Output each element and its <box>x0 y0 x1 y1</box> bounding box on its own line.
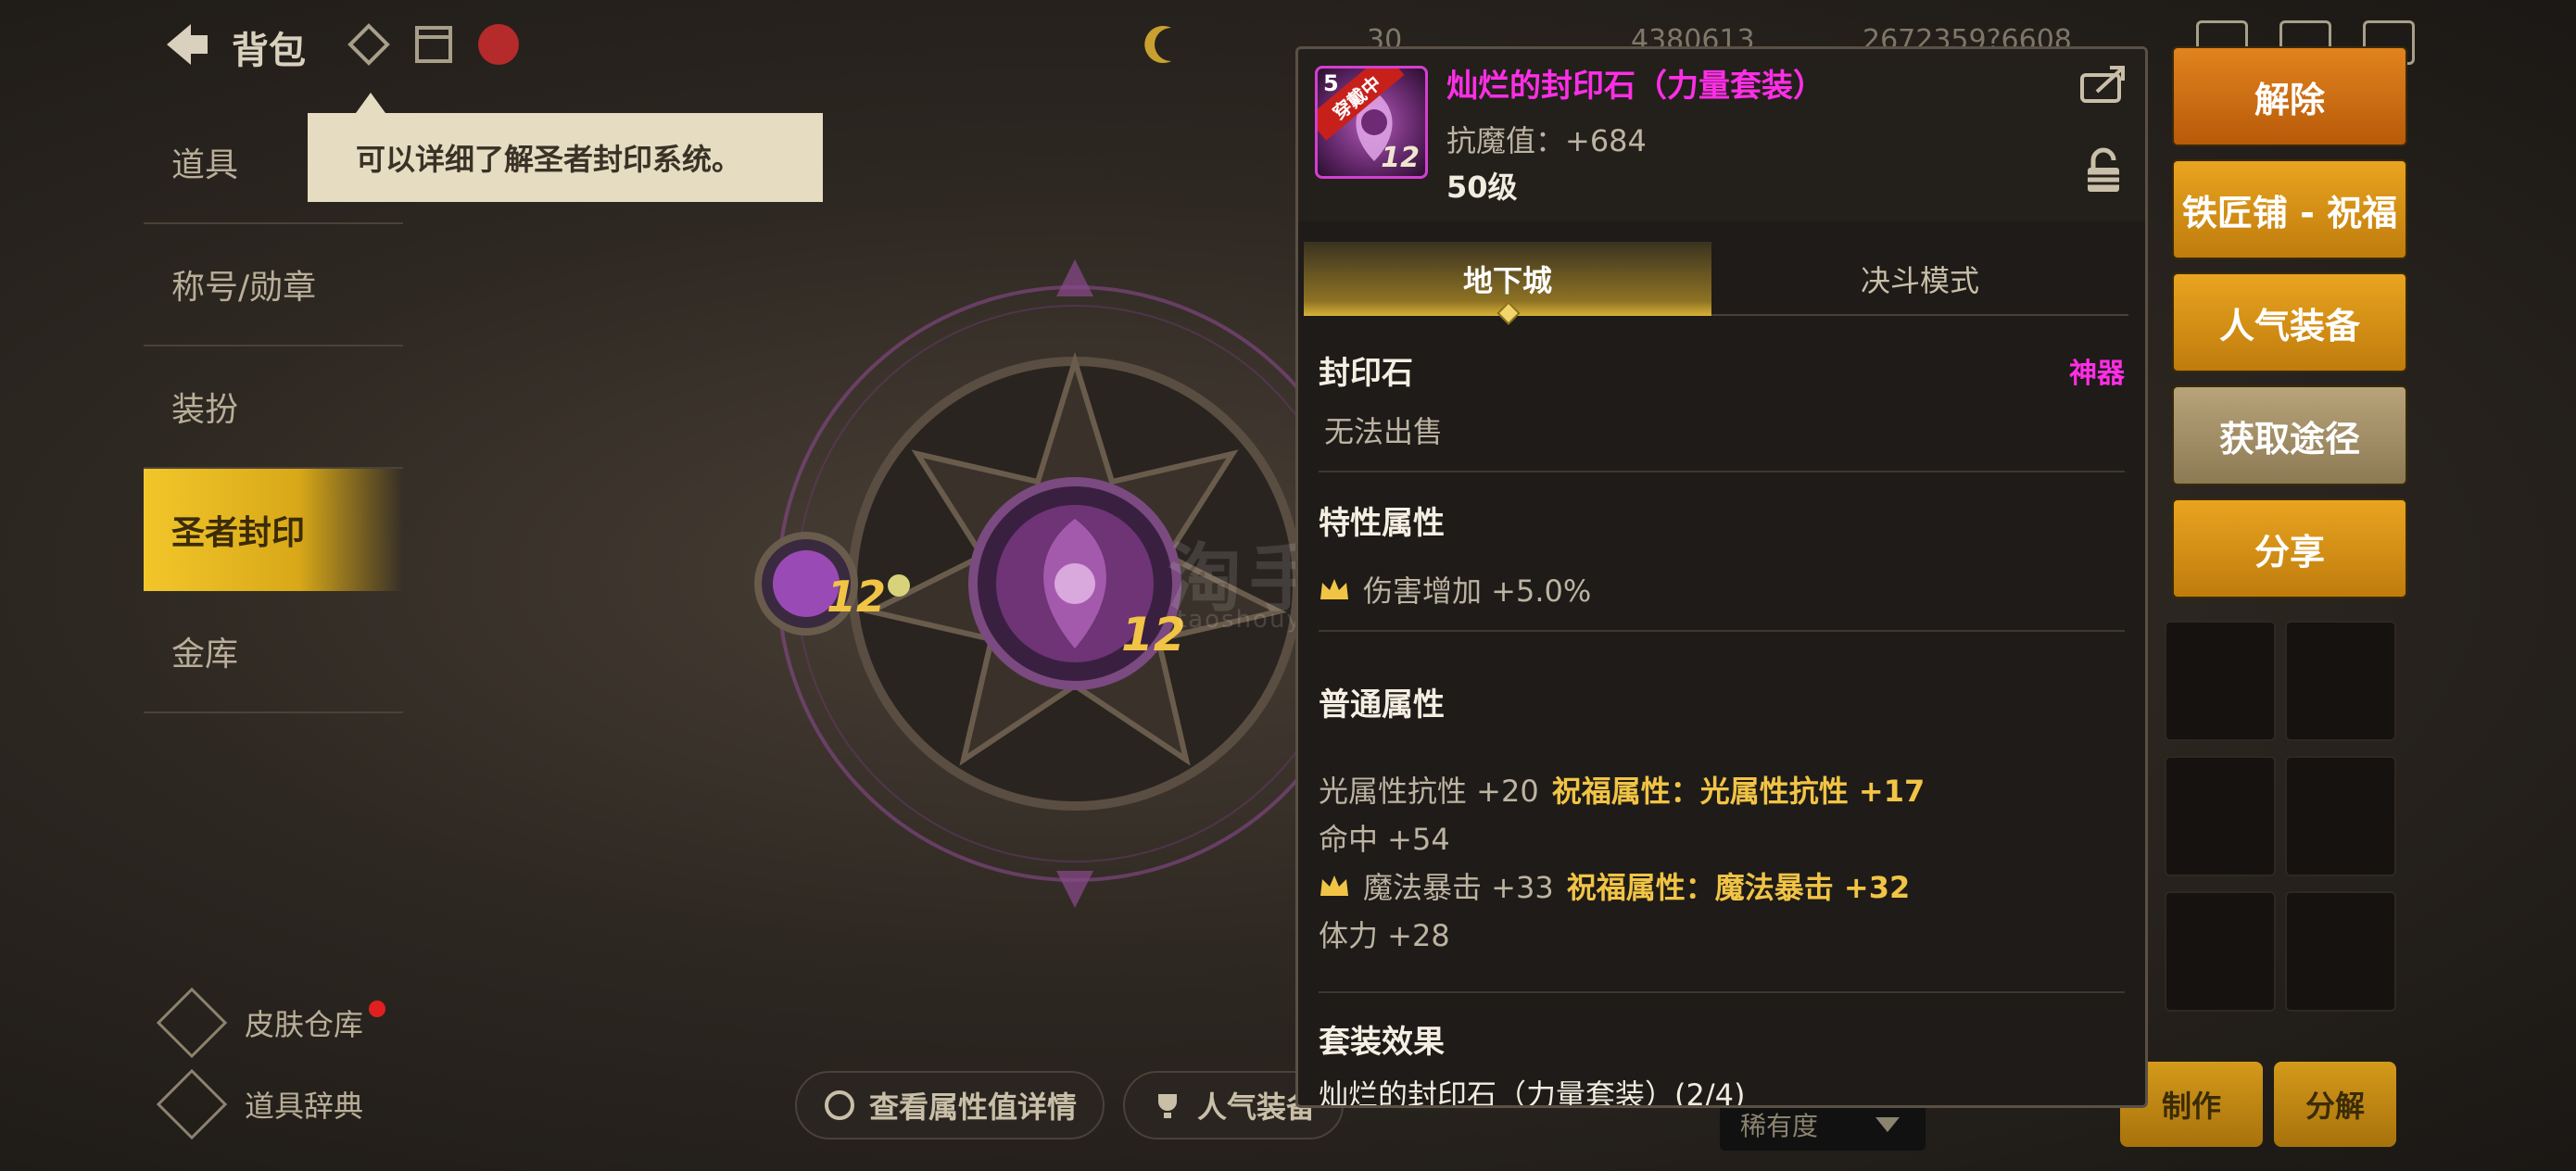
divider <box>1319 630 2125 632</box>
stat-value: 光属性抗性 +20 <box>1319 774 1539 809</box>
dictionary-icon <box>156 1068 228 1140</box>
bless-value: 魔法暴击 +32 <box>1714 870 1911 905</box>
share-icon[interactable] <box>2078 64 2128 105</box>
share-button[interactable]: 分享 <box>2172 498 2407 598</box>
normal-title: 普通属性 <box>1319 686 1445 724</box>
inventory-slot[interactable] <box>2165 756 2276 876</box>
hint-text: 可以详细了解圣者封印系统。 <box>356 142 742 177</box>
blacksmith-label: 铁匠铺 - 祝福 <box>2181 192 2398 233</box>
page-title: 背包 <box>232 30 306 72</box>
item-name: 灿烂的封印石（力量套装） <box>1446 68 1825 105</box>
left-menu: 道具 称号/勋章 装扮 圣者封印 金库 <box>144 102 403 713</box>
blacksmith-bless-button[interactable]: 铁匠铺 - 祝福 <box>2172 159 2407 259</box>
menu-item-label: 金库 <box>171 636 239 674</box>
set-line: 灿烂的封印石（力量套装）(2/4) <box>1319 1077 1746 1108</box>
share-label: 分享 <box>2254 531 2325 573</box>
bless-label: 祝福属性： <box>1566 870 1715 905</box>
help-diamond-icon[interactable] <box>345 20 393 69</box>
moon-icon <box>1144 26 1171 63</box>
inventory-slot[interactable] <box>2285 621 2396 741</box>
view-stats-button[interactable]: 查看属性值详情 <box>795 1071 1105 1140</box>
item-dictionary-link[interactable]: 道具辞典 <box>156 1064 385 1145</box>
set-title: 套装效果 <box>1319 1024 1445 1061</box>
tab-duel[interactable]: 决斗模式 <box>1711 242 2128 316</box>
inventory-slot[interactable] <box>2165 621 2276 741</box>
crown-icon <box>1320 875 1348 896</box>
type-section: 封印石 神器 无法出售 <box>1319 347 2125 472</box>
small-seal-level: 12 <box>827 572 886 622</box>
menu-item-label: 装扮 <box>171 391 239 429</box>
item-level-badge: 12 <box>1381 142 1420 174</box>
set-section: 套装效果 灿烂的封印石（力量套装）(2/4) <box>1319 1016 2125 1108</box>
special-section: 特性属性 伤害增加 +5.0% <box>1319 497 2125 632</box>
disassemble-button[interactable]: 分解 <box>2274 1062 2396 1147</box>
popular-equipment-button[interactable]: 人气装备 <box>2172 272 2407 372</box>
item-dictionary-label: 道具辞典 <box>245 1089 364 1124</box>
obtain-route-button[interactable]: 获取途径 <box>2172 385 2407 485</box>
special-stat: 伤害增加 +5.0% <box>1363 573 1592 609</box>
menu-item-titles[interactable]: 称号/勋章 <box>144 224 403 346</box>
stat-value: 魔法暴击 +33 <box>1363 870 1554 905</box>
stat-row: 光属性抗性 +20 祝福属性： 光属性抗性 +17 <box>1319 765 2125 813</box>
menu-item-vault[interactable]: 金库 <box>144 591 403 713</box>
sell-note: 无法出售 <box>1324 414 1444 449</box>
menu-item-costume[interactable]: 装扮 <box>144 346 403 469</box>
obtain-route-label: 获取途径 <box>2218 418 2360 460</box>
menu-item-saint-seal[interactable]: 圣者封印 <box>144 469 403 591</box>
inventory-slot[interactable] <box>2285 756 2396 876</box>
stat-row: 命中 +54 <box>1319 813 2125 862</box>
back-arrow-icon[interactable] <box>158 17 213 72</box>
menu-item-label: 称号/勋章 <box>171 269 317 307</box>
chevron-down-icon <box>1875 1117 1900 1132</box>
view-stats-label: 查看属性值详情 <box>869 1089 1078 1125</box>
item-detail-panel: 5 穿戴中 12 灿烂的封印石（力量套装） 抗魔值：+684 50级 地下城 决… <box>1295 46 2148 1108</box>
rarity-label: 稀有度 <box>1740 1111 1819 1141</box>
lock-icon[interactable] <box>2084 147 2123 195</box>
item-header: 5 穿戴中 12 灿烂的封印石（力量套装） 抗魔值：+684 50级 <box>1298 49 2145 221</box>
divider <box>1319 991 2125 993</box>
skin-warehouse-link[interactable]: 皮肤仓库 <box>156 982 386 1064</box>
menu-item-label: 圣者封印 <box>171 514 306 552</box>
normal-section: 普通属性 光属性抗性 +20 祝福属性： 光属性抗性 +17 命中 +54 魔法… <box>1319 679 2125 993</box>
info-circle-icon <box>825 1090 854 1120</box>
rarity-badge: 神器 <box>2069 357 2125 390</box>
stat-row: 体力 +28 <box>1319 910 2125 958</box>
calendar-icon[interactable] <box>410 20 458 69</box>
item-type: 封印石 <box>1319 355 1413 392</box>
tab-label: 地下城 <box>1462 263 1552 298</box>
special-stat-row: 伤害增加 +5.0% <box>1319 565 2125 613</box>
stat-value: 命中 +54 <box>1319 822 1450 857</box>
crown-icon <box>1320 579 1348 599</box>
bless-value: 光属性抗性 +17 <box>1699 774 1926 809</box>
bless-label: 祝福属性： <box>1551 774 1700 809</box>
anti-magic-value: 抗魔值：+684 <box>1446 123 1647 158</box>
item-icon: 5 穿戴中 12 <box>1315 66 1428 179</box>
remove-button[interactable]: 解除 <box>2172 46 2407 146</box>
warehouse-icon <box>156 987 228 1059</box>
menu-item-props[interactable]: 道具 <box>144 102 403 224</box>
trophy-icon <box>1158 1094 1177 1118</box>
event-badge-icon[interactable] <box>474 20 523 69</box>
divider <box>1319 471 2125 472</box>
remove-label: 解除 <box>2254 79 2325 120</box>
inventory-slot[interactable] <box>2285 891 2396 1012</box>
disassemble-label: 分解 <box>2305 1089 2365 1124</box>
stat-row: 魔法暴击 +33 祝福属性： 魔法暴击 +32 <box>1319 862 2125 910</box>
tab-label: 决斗模式 <box>1860 263 1979 298</box>
special-title: 特性属性 <box>1319 505 1445 542</box>
inventory-slot[interactable] <box>2165 891 2276 1012</box>
stat-value: 体力 +28 <box>1319 918 1450 953</box>
menu-item-label: 道具 <box>171 146 239 184</box>
required-level: 50级 <box>1446 170 1518 205</box>
bottom-left-links: 皮肤仓库 道具辞典 <box>156 982 386 1145</box>
skin-warehouse-label: 皮肤仓库 <box>245 1007 364 1042</box>
notification-dot <box>369 1001 386 1017</box>
craft-label: 制作 <box>2161 1089 2221 1124</box>
mode-tabs: 地下城 决斗模式 <box>1304 242 2128 325</box>
popular-equipment-label: 人气装备 <box>2218 305 2360 346</box>
